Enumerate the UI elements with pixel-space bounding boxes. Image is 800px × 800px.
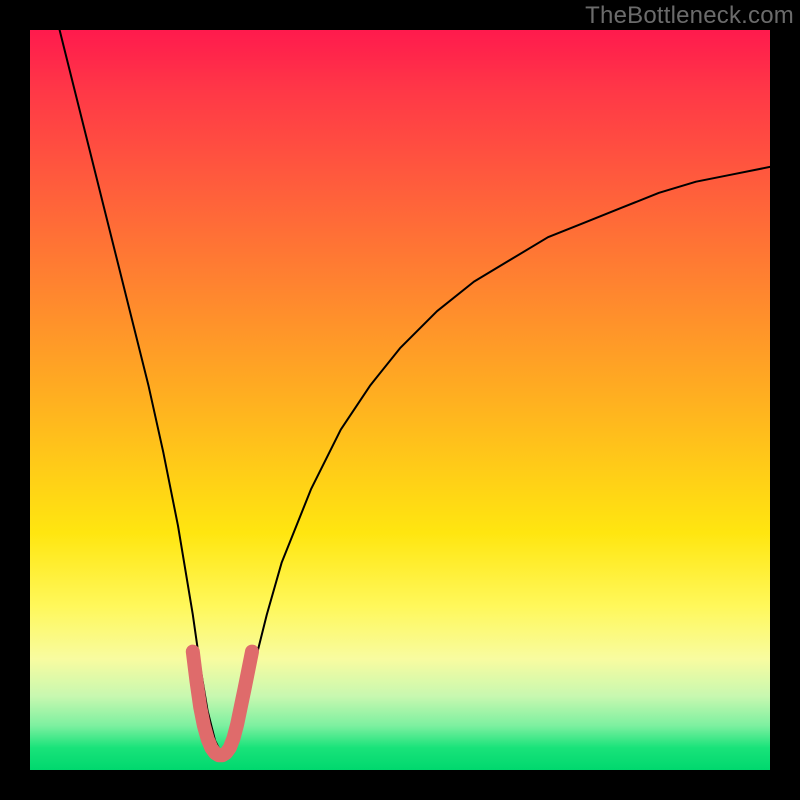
watermark-text: TheBottleneck.com bbox=[585, 2, 794, 30]
plot-area bbox=[30, 30, 770, 770]
chart-svg bbox=[30, 30, 770, 770]
chart-stage: TheBottleneck.com bbox=[0, 0, 800, 800]
highlight-segment bbox=[193, 652, 252, 756]
bottleneck-curve bbox=[60, 30, 770, 755]
